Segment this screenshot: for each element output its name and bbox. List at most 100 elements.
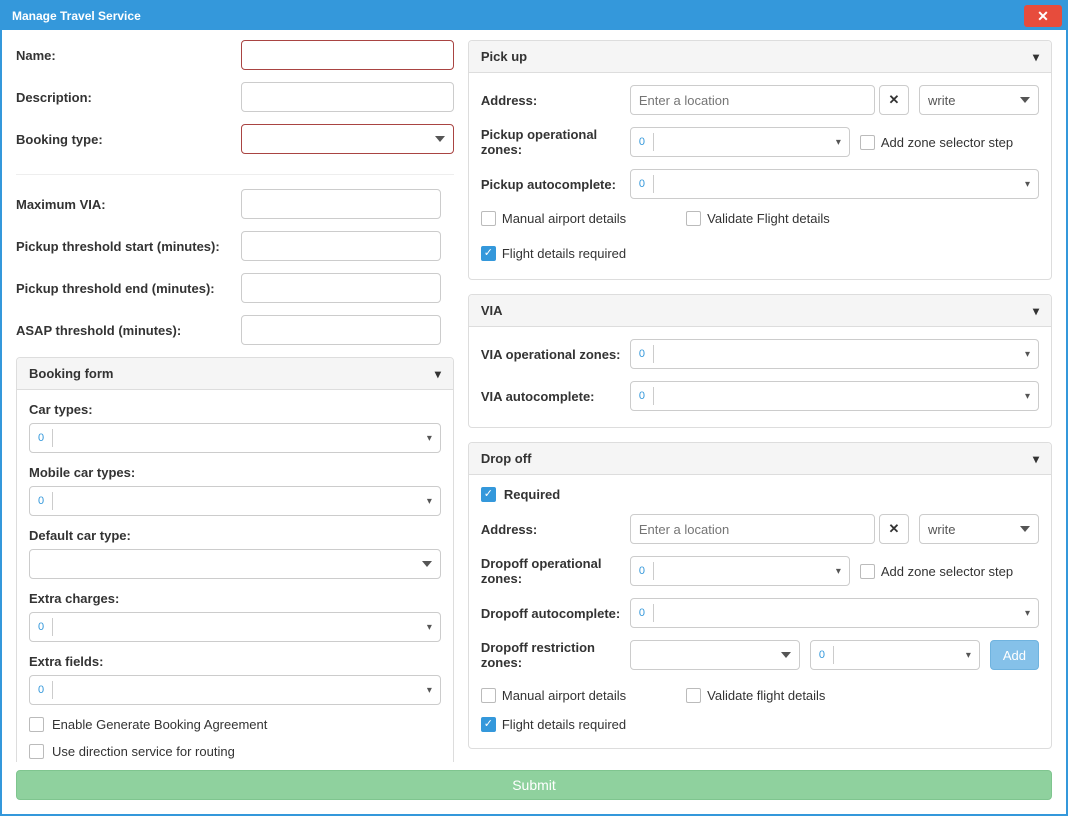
booking-form-header[interactable]: Booking form ▾ (17, 358, 453, 390)
dropoff-autocomplete-count: 0 (639, 604, 654, 622)
caret-down-icon: ▾ (1025, 391, 1030, 402)
default-car-type-select[interactable] (29, 549, 441, 579)
dropoff-restriction-select[interactable] (630, 640, 800, 670)
checkbox-icon (686, 211, 701, 226)
via-autocomplete-multiselect[interactable]: 0 ▾ (630, 381, 1039, 411)
pickup-address-input[interactable] (630, 85, 875, 115)
booking-form-title: Booking form (29, 366, 114, 381)
dropoff-address-clear[interactable]: ✕ (879, 514, 909, 544)
dropoff-opzones-row: Dropoff operational zones: 0 ▾ Add zone … (481, 556, 1039, 586)
dropoff-opzones-multiselect[interactable]: 0 ▾ (630, 556, 850, 586)
use-direction-check[interactable]: Use direction service for routing (29, 744, 441, 759)
pickup-autocomplete-row: Pickup autocomplete: 0 ▾ (481, 169, 1039, 199)
car-types-multiselect[interactable]: 0 ▾ (29, 423, 441, 453)
title-bar: Manage Travel Service ✕ (2, 2, 1066, 30)
dropoff-autocomplete-row: Dropoff autocomplete: 0 ▾ (481, 598, 1039, 628)
pickup-manual-airport-check[interactable]: Manual airport details (481, 211, 626, 226)
dropoff-required-check[interactable]: ✓ Required (481, 487, 1039, 502)
dropoff-restriction-label: Dropoff restriction zones: (481, 640, 630, 670)
right-column: Pick up ▾ Address: ✕ write (468, 40, 1052, 756)
dropoff-restriction-row: Dropoff restriction zones: 0 ▾ Add (481, 640, 1039, 670)
dropoff-address-mode-select[interactable]: write (919, 514, 1039, 544)
caret-down-icon: ▾ (1025, 608, 1030, 619)
max-via-input[interactable] (241, 189, 441, 219)
pickup-opzones-count: 0 (639, 133, 654, 151)
booking-form-body: Car types: 0 ▾ Mobile car types: 0 ▾ (17, 390, 453, 762)
pickup-autocomplete-multiselect[interactable]: 0 ▾ (630, 169, 1039, 199)
caret-down-icon: ▾ (427, 622, 432, 633)
pickup-opzones-label: Pickup operational zones: (481, 127, 630, 157)
caret-down-icon: ▾ (1025, 179, 1030, 190)
group-extra-fields: Extra fields: 0 ▾ (29, 654, 441, 705)
row-description: Description: (16, 82, 454, 112)
row-pickup-end: Pickup threshold end (minutes): (16, 273, 454, 303)
pickup-address-clear[interactable]: ✕ (879, 85, 909, 115)
name-input[interactable] (241, 40, 454, 70)
checkbox-icon (29, 744, 44, 759)
enable-agreement-check[interactable]: Enable Generate Booking Agreement (29, 717, 441, 732)
description-input[interactable] (241, 82, 454, 112)
caret-down-icon: ▾ (1025, 349, 1030, 360)
caret-down-icon: ▾ (427, 496, 432, 507)
manage-travel-service-modal: Manage Travel Service ✕ Name: Descriptio… (0, 0, 1068, 816)
via-opzones-multiselect[interactable]: 0 ▾ (630, 339, 1039, 369)
via-header[interactable]: VIA ▾ (469, 295, 1051, 327)
pickup-address-label: Address: (481, 93, 630, 108)
pickup-opzones-multiselect[interactable]: 0 ▾ (630, 127, 850, 157)
booking-type-select[interactable] (241, 124, 454, 154)
dropoff-flight-required-check[interactable]: ✓ Flight details required (481, 717, 626, 732)
mobile-car-types-count: 0 (38, 492, 53, 510)
dropoff-address-input[interactable] (630, 514, 875, 544)
pickup-add-zone-check[interactable]: Add zone selector step (860, 135, 1013, 150)
via-autocomplete-row: VIA autocomplete: 0 ▾ (481, 381, 1039, 411)
dropoff-restriction-add-button[interactable]: Add (990, 640, 1039, 670)
dropoff-body: ✓ Required Address: ✕ write (469, 475, 1051, 748)
dropoff-header[interactable]: Drop off ▾ (469, 443, 1051, 475)
pickup-flight-required-label: Flight details required (502, 246, 626, 261)
pickup-manual-airport-label: Manual airport details (502, 211, 626, 226)
caret-down-icon: ▾ (966, 650, 971, 661)
extra-charges-label: Extra charges: (29, 591, 441, 606)
x-icon: ✕ (889, 92, 900, 108)
pickup-header[interactable]: Pick up ▾ (469, 41, 1051, 73)
group-extra-charges: Extra charges: 0 ▾ (29, 591, 441, 642)
caret-down-icon: ▾ (836, 566, 841, 577)
submit-button[interactable]: Submit (16, 770, 1052, 800)
close-icon: ✕ (1037, 8, 1049, 25)
pickup-start-input[interactable] (241, 231, 441, 261)
extra-charges-count: 0 (38, 618, 53, 636)
group-car-types: Car types: 0 ▾ (29, 402, 441, 453)
dropoff-validate-flight-check[interactable]: Validate flight details (686, 688, 825, 703)
dropoff-add-zone-check[interactable]: Add zone selector step (860, 564, 1013, 579)
via-panel: VIA ▾ VIA operational zones: 0 ▾ (468, 294, 1052, 428)
pickup-validate-flight-check[interactable]: Validate Flight details (686, 211, 830, 226)
via-title: VIA (481, 303, 503, 318)
description-label: Description: (16, 90, 241, 105)
checkbox-checked-icon: ✓ (481, 717, 496, 732)
extra-charges-multiselect[interactable]: 0 ▾ (29, 612, 441, 642)
asap-input[interactable] (241, 315, 441, 345)
default-car-type-label: Default car type: (29, 528, 441, 543)
caret-down-icon: ▾ (427, 685, 432, 696)
asap-label: ASAP threshold (minutes): (16, 323, 241, 338)
pickup-end-input[interactable] (241, 273, 441, 303)
dropoff-autocomplete-multiselect[interactable]: 0 ▾ (630, 598, 1039, 628)
mobile-car-types-multiselect[interactable]: 0 ▾ (29, 486, 441, 516)
dropoff-opzones-label: Dropoff operational zones: (481, 556, 630, 586)
dropoff-manual-airport-check[interactable]: Manual airport details (481, 688, 626, 703)
group-default-car-type: Default car type: (29, 528, 441, 579)
via-opzones-count: 0 (639, 345, 654, 363)
pickup-flight-required-check[interactable]: ✓ Flight details required (481, 246, 626, 261)
dropoff-required-label: Required (504, 487, 560, 502)
close-button[interactable]: ✕ (1024, 5, 1062, 27)
extra-fields-multiselect[interactable]: 0 ▾ (29, 675, 441, 705)
pickup-address-mode-select[interactable]: write (919, 85, 1039, 115)
pickup-add-zone-label: Add zone selector step (881, 135, 1013, 150)
chevron-down-icon: ▾ (1033, 452, 1039, 466)
checkbox-icon (481, 688, 496, 703)
pickup-start-label: Pickup threshold start (minutes): (16, 239, 241, 254)
pickup-end-label: Pickup threshold end (minutes): (16, 281, 241, 296)
dropoff-restriction-multiselect[interactable]: 0 ▾ (810, 640, 980, 670)
use-direction-label: Use direction service for routing (52, 744, 235, 759)
booking-type-label: Booking type: (16, 132, 241, 147)
